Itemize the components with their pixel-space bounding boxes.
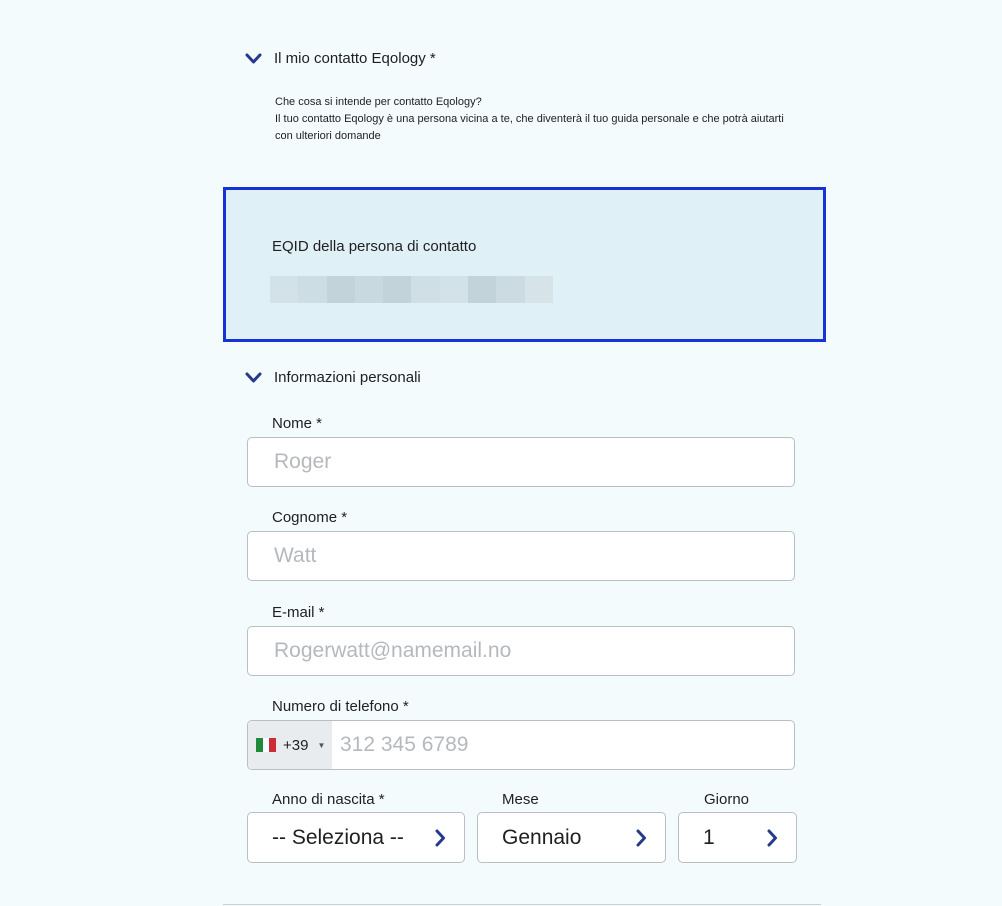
phone-placeholder: 312 345 6789 xyxy=(340,733,469,756)
birth-day-select[interactable]: 1 xyxy=(678,812,797,863)
birth-year-select[interactable]: -- Seleziona -- xyxy=(247,812,465,863)
registration-form-page: Il mio contatto Eqology * Che cosa si in… xyxy=(0,0,1002,906)
help-answer: Il tuo contatto Eqology è una persona vi… xyxy=(275,113,784,142)
phone-input[interactable]: +39 ▼ 312 345 6789 xyxy=(247,720,795,770)
birth-day-value: 1 xyxy=(703,825,715,849)
birth-year-label: Anno di nascita * xyxy=(272,791,385,808)
dial-code: +39 xyxy=(283,736,309,754)
blur-pixel-block xyxy=(383,276,412,303)
personal-section-title: Informazioni personali xyxy=(274,369,421,386)
blur-pixel-block xyxy=(524,276,553,303)
help-question: Che cosa si intende per contatto Eqology… xyxy=(275,96,482,108)
eqid-value-blurred xyxy=(270,276,553,303)
cognome-input[interactable]: Watt xyxy=(247,531,795,581)
caret-down-icon: ▼ xyxy=(317,740,326,750)
email-input[interactable]: Rogerwatt@namemail.no xyxy=(247,626,795,676)
eqid-label: EQID della persona di contatto xyxy=(272,238,477,255)
birth-month-value: Gennaio xyxy=(502,825,582,849)
blur-pixel-block xyxy=(298,276,327,303)
nome-label: Nome * xyxy=(272,415,323,432)
chevron-right-icon xyxy=(635,829,647,847)
phone-label: Numero di telefono * xyxy=(272,698,409,715)
email-label: E-mail * xyxy=(272,604,325,621)
blur-pixel-block xyxy=(270,276,299,303)
birth-year-value: -- Seleziona -- xyxy=(272,825,404,849)
blur-pixel-block xyxy=(354,276,384,303)
cognome-label: Cognome * xyxy=(272,509,348,526)
contact-section-title: Il mio contatto Eqology * xyxy=(274,50,436,67)
italy-flag-icon xyxy=(256,738,277,752)
chevron-down-icon xyxy=(245,53,262,65)
email-placeholder: Rogerwatt@namemail.no xyxy=(274,639,512,662)
chevron-down-icon xyxy=(245,372,262,384)
nome-input[interactable]: Roger xyxy=(247,437,795,487)
personal-section-header[interactable]: Informazioni personali xyxy=(245,369,421,386)
blur-pixel-block xyxy=(496,276,525,303)
blur-pixel-block xyxy=(326,276,355,303)
birth-day-label: Giorno xyxy=(704,791,750,808)
blur-pixel-block xyxy=(439,276,469,303)
contact-section-header[interactable]: Il mio contatto Eqology * xyxy=(245,50,436,67)
blur-pixel-block xyxy=(468,276,497,303)
section-divider xyxy=(223,904,821,905)
birth-month-select[interactable]: Gennaio xyxy=(477,812,666,863)
contact-help-text: Che cosa si intende per contatto Eqology… xyxy=(275,93,785,145)
chevron-right-icon xyxy=(434,829,446,847)
nome-placeholder: Roger xyxy=(274,450,332,473)
country-code-selector[interactable]: +39 ▼ xyxy=(248,721,332,769)
chevron-right-icon xyxy=(766,829,778,847)
cognome-placeholder: Watt xyxy=(274,544,317,567)
blur-pixel-block xyxy=(411,276,440,303)
birth-month-label: Mese xyxy=(502,791,539,808)
eqid-contact-box[interactable]: EQID della persona di contatto xyxy=(223,187,826,342)
